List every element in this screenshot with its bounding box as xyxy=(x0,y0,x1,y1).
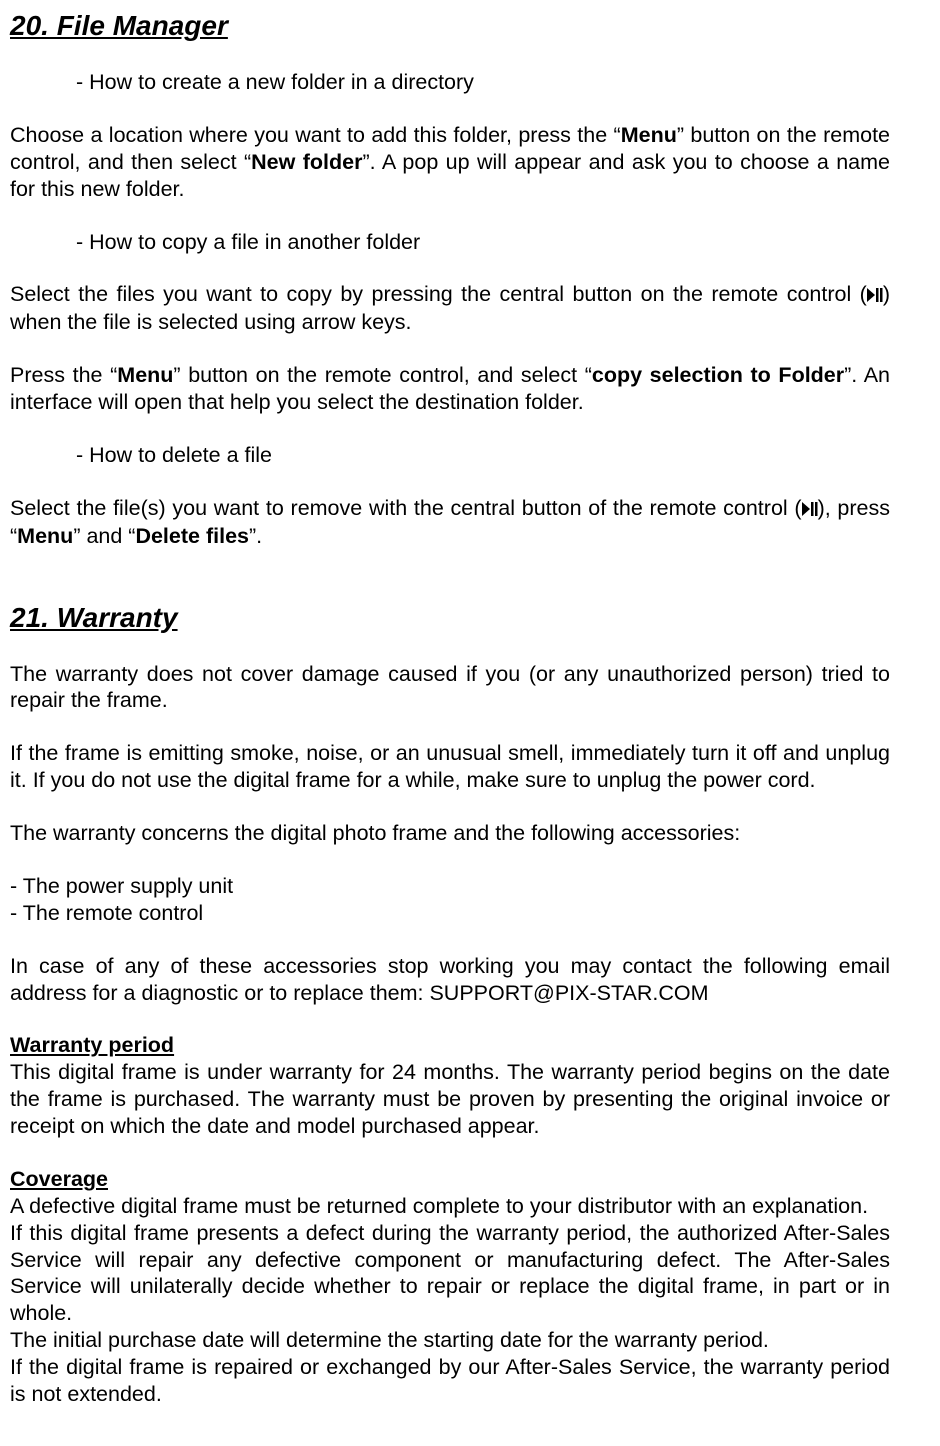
section-21-title: 21. Warranty xyxy=(10,600,890,635)
coverage-p4: If the digital frame is repaired or exch… xyxy=(10,1354,890,1408)
subheading-copy-file: - How to copy a file in another folder xyxy=(76,229,890,256)
warranty-p1: The warranty does not cover damage cause… xyxy=(10,661,890,715)
coverage-p2: If this digital frame presents a defect … xyxy=(10,1220,890,1328)
warranty-period-heading: Warranty period xyxy=(10,1032,890,1059)
coverage-p3: The initial purchase date will determine… xyxy=(10,1327,890,1354)
copy-selection-label: copy selection to Folder xyxy=(592,363,844,387)
paragraph-select-files: Select the files you want to copy by pre… xyxy=(10,281,890,336)
menu-label: Menu xyxy=(17,524,73,548)
warranty-contact: In case of any of these accessories stop… xyxy=(10,953,890,1007)
paragraph-create-folder: Choose a location where you want to add … xyxy=(10,122,890,203)
text: ” button on the remote control, and sele… xyxy=(173,363,591,387)
warranty-period-text: This digital frame is under warranty for… xyxy=(10,1059,890,1140)
paragraph-delete-file: Select the file(s) you want to remove wi… xyxy=(10,495,890,550)
accessory-power-supply: - The power supply unit xyxy=(10,873,890,900)
coverage-heading: Coverage xyxy=(10,1166,890,1193)
text: ”. xyxy=(249,524,262,548)
coverage-p1: A defective digital frame must be return… xyxy=(10,1193,890,1220)
delete-files-label: Delete files xyxy=(135,524,249,548)
menu-label: Menu xyxy=(117,363,173,387)
subheading-delete-file: - How to delete a file xyxy=(76,442,890,469)
text: Choose a location where you want to add … xyxy=(10,123,621,147)
play-pause-icon xyxy=(867,282,883,309)
menu-label: Menu xyxy=(621,123,677,147)
play-pause-icon xyxy=(802,496,818,523)
warranty-p2: If the frame is emitting smoke, noise, o… xyxy=(10,740,890,794)
text: Press the “ xyxy=(10,363,117,387)
paragraph-copy-selection: Press the “Menu” button on the remote co… xyxy=(10,362,890,416)
warranty-accessories-intro: The warranty concerns the digital photo … xyxy=(10,820,890,847)
text: Select the files you want to copy by pre… xyxy=(10,282,867,306)
text: ” and “ xyxy=(73,524,135,548)
accessory-remote-control: - The remote control xyxy=(10,900,890,927)
new-folder-label: New folder xyxy=(251,150,362,174)
document-page: 20. File Manager - How to create a new f… xyxy=(0,0,940,1428)
section-20-title: 20. File Manager xyxy=(10,8,890,43)
subheading-create-folder: - How to create a new folder in a direct… xyxy=(76,69,890,96)
text: Select the file(s) you want to remove wi… xyxy=(10,496,802,520)
